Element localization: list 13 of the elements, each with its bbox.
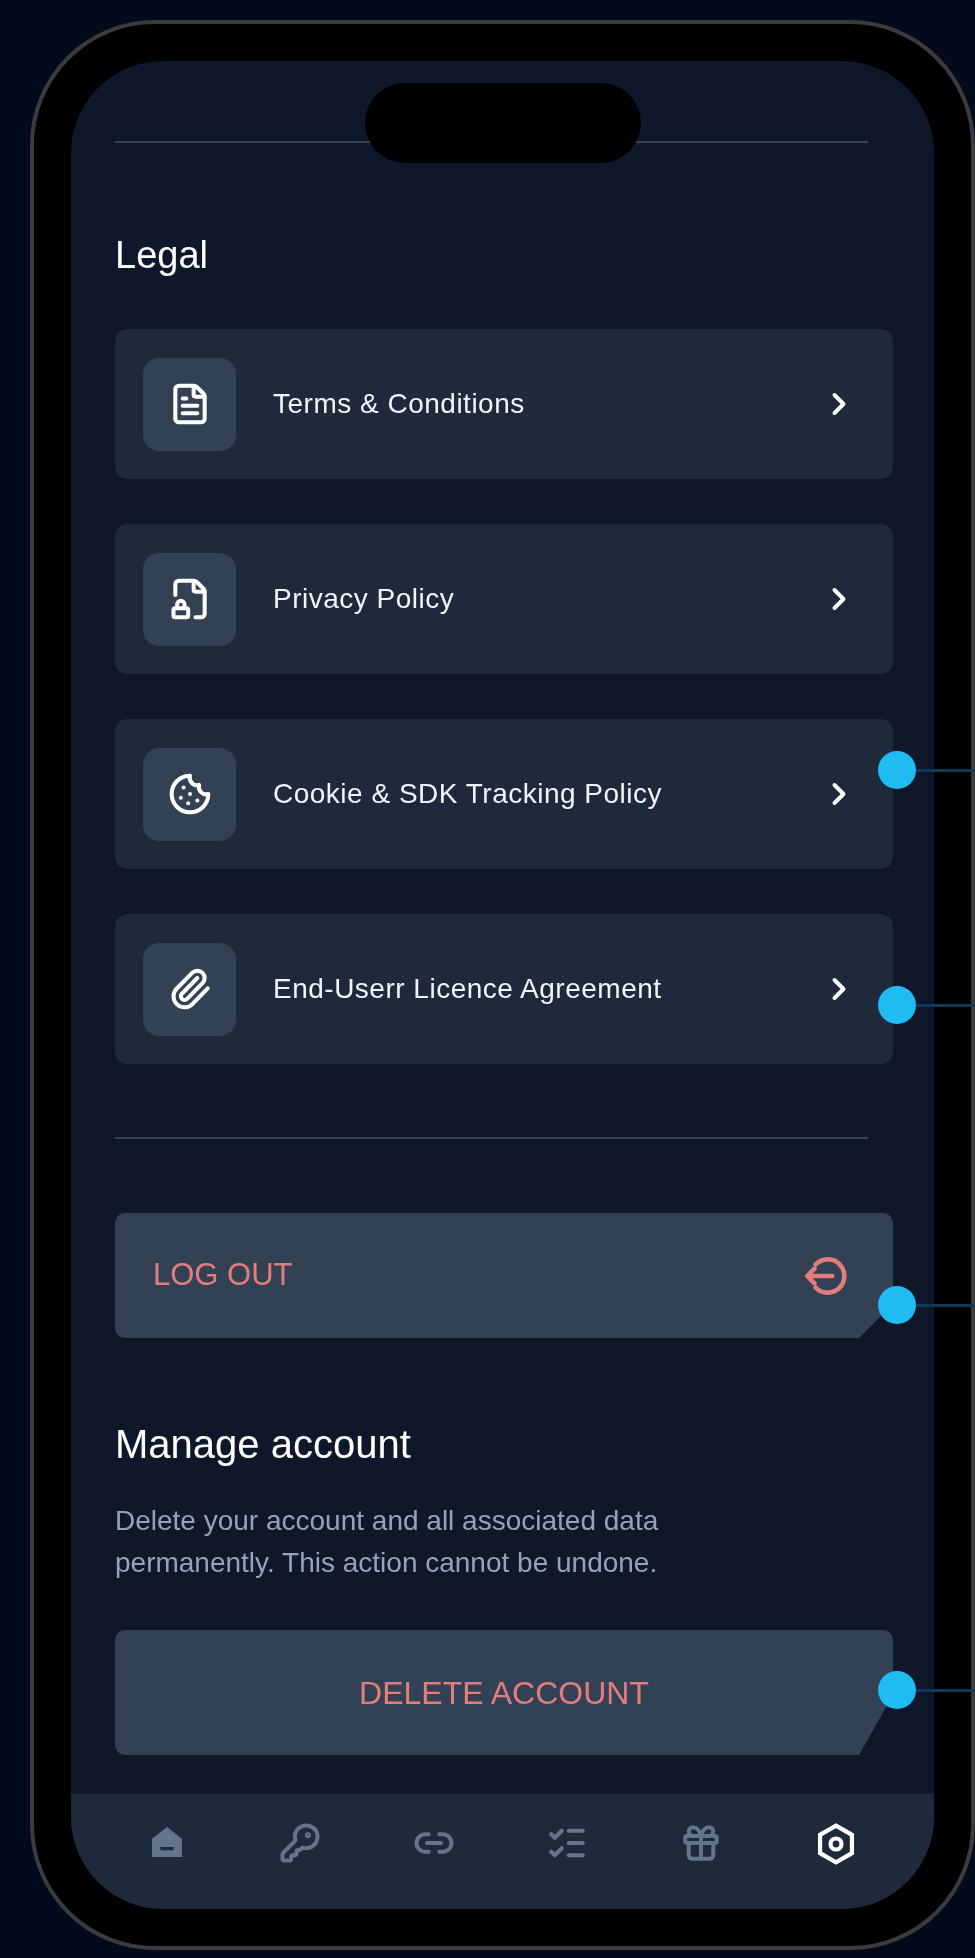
paperclip-icon [143,942,236,1036]
section-heading: Legal [115,236,209,274]
lock-document-icon [143,552,236,646]
section-heading: Manage account [115,1424,412,1464]
description-text: Delete your account and all associated data permanently. This action cannot be undone. [115,1504,660,1580]
cookie-icon [143,747,236,841]
legal-list-item[interactable]: Terms & Conditions [115,329,893,479]
document-icon [143,357,236,451]
legal-list-item[interactable]: Cookie & SDK Tracking Policy [115,719,893,869]
delete-account-button[interactable]: DELETE ACCOUNT [115,1630,893,1755]
legal-list-item[interactable]: Privacy Policy [115,524,893,674]
legal-list-item[interactable]: End-Userr Licence Agreement [115,914,893,1064]
logout-button[interactable]: LOG OUT [115,1213,893,1338]
